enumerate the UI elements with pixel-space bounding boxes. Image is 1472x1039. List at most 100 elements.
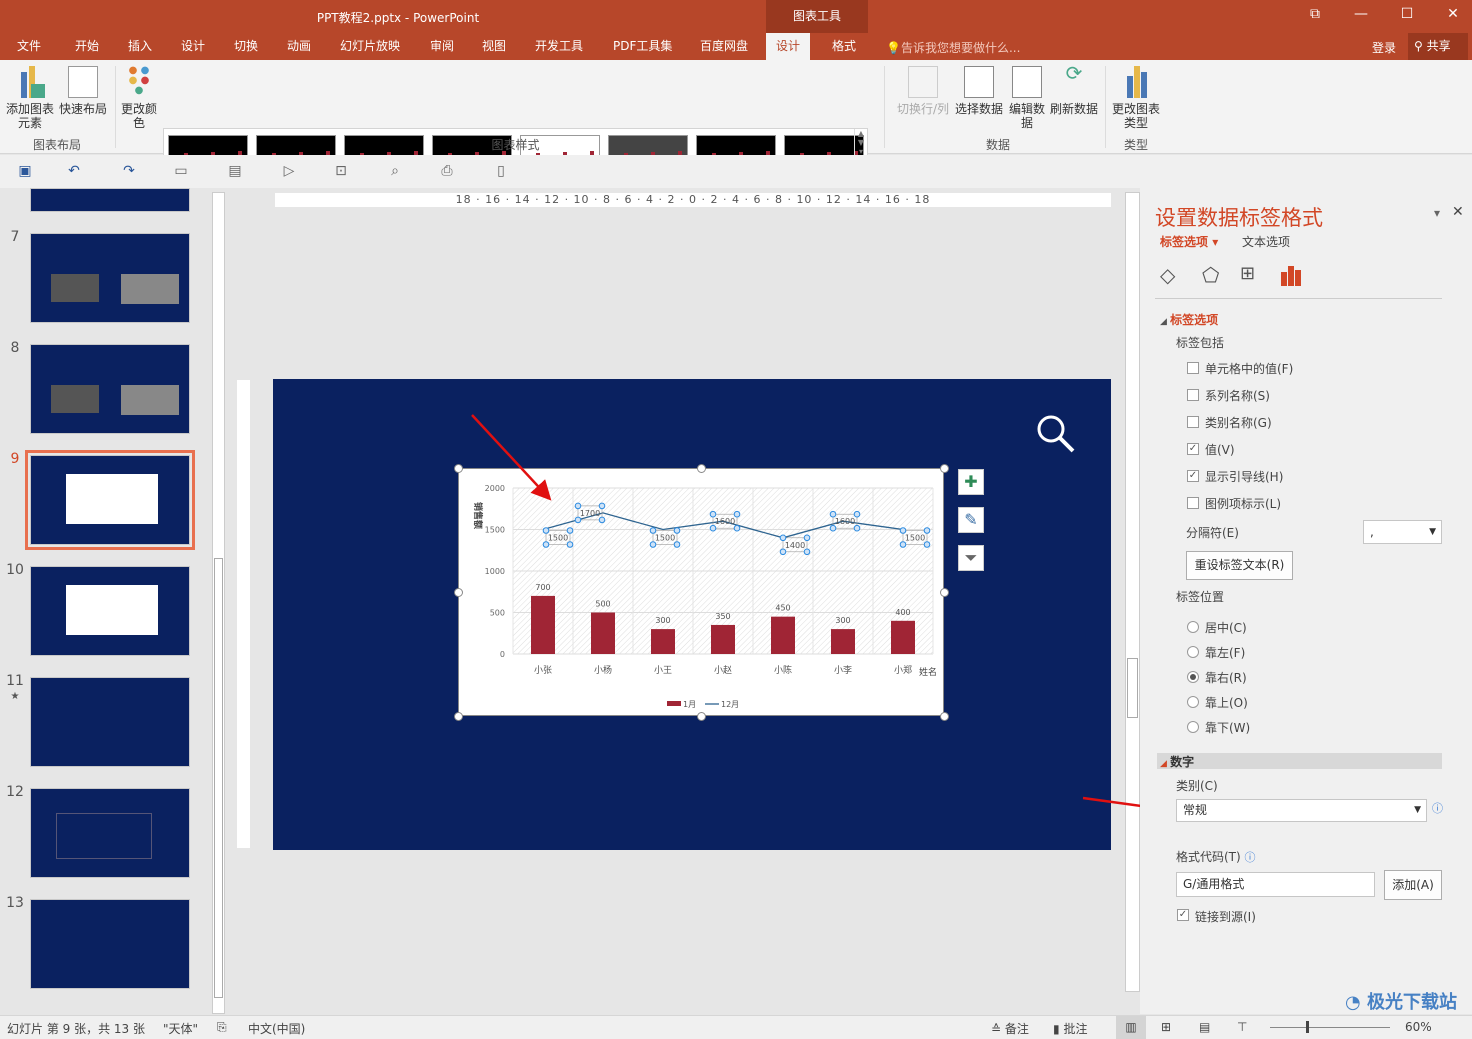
redo-icon[interactable]: ↷ [121,163,137,179]
scroll-thumb[interactable] [214,558,223,998]
tab-6[interactable]: 幻灯片放映 [330,33,410,60]
label-options-chart-icon[interactable] [1280,264,1304,286]
bar-data-label[interactable]: 450 [775,604,790,613]
ribbon-display-button[interactable]: ⧉ [1300,6,1330,22]
maximize-button[interactable]: ☐ [1392,6,1422,22]
refresh-data-button[interactable]: ⟳ 刷新数据 [1048,63,1100,116]
pane-options-icon[interactable]: ▾ [1434,206,1440,220]
bar-小杨[interactable] [591,612,615,655]
resize-handle[interactable] [940,588,949,597]
normal-view-icon[interactable]: ▥ [1116,1016,1146,1039]
save-icon[interactable]: ▣ [17,163,33,179]
present-icon[interactable]: ⊡ [333,163,349,179]
layout-icon[interactable]: ▤ [227,163,243,179]
label-handle[interactable] [542,541,550,548]
label-handle[interactable] [709,524,717,532]
resize-handle[interactable] [697,712,706,721]
y-axis-title[interactable]: 销售额 [472,502,484,529]
label-handle[interactable] [899,541,907,548]
tab-5[interactable]: 动画 [277,33,321,60]
tab-label-options[interactable]: 标签选项 ▾ [1160,233,1218,250]
label-handle[interactable] [649,527,657,534]
radio-2[interactable] [1187,671,1199,683]
spellcheck-icon[interactable]: ⎘ [217,1020,227,1035]
edit-data-button[interactable]: 编辑数据 [1007,66,1047,130]
label-handle[interactable] [566,527,574,534]
label-handle[interactable] [899,527,907,534]
label-handle[interactable] [598,502,606,510]
slide-thumbnail-10[interactable] [30,566,190,656]
line-data-label[interactable]: 1500 [655,534,675,543]
slide-thumbnail-9[interactable] [25,450,195,550]
change-colors-button[interactable]: ● ● ● ● ● 更改颜色 [118,66,160,131]
size-properties-icon[interactable]: ⊞ [1240,263,1255,284]
category-dropdown[interactable]: 常规 ▼ [1176,799,1427,822]
label-handle[interactable] [649,541,657,548]
label-handle[interactable] [542,527,550,534]
tab-2[interactable]: 插入 [118,33,162,60]
line-data-label[interactable]: 1600 [715,517,735,526]
tab-12[interactable]: 设计 [766,33,811,60]
pane-close-icon[interactable]: ✕ [1452,204,1464,220]
checkbox-0[interactable] [1187,362,1199,374]
tab-1[interactable]: 开始 [65,33,109,60]
zoom-slider-thumb[interactable] [1306,1021,1309,1033]
section-label-options[interactable]: ◢ 标签选项 [1160,311,1218,328]
chart-styles-button[interactable]: ✎ [958,507,984,533]
share-button[interactable]: ⚲ 共享 [1408,33,1468,60]
tab-10[interactable]: PDF工具集 [603,33,682,60]
bar-小郑[interactable] [891,620,915,654]
tab-text-options[interactable]: 文本选项 [1242,233,1290,250]
reading-view-icon[interactable]: ▤ [1199,1020,1210,1034]
label-handle[interactable] [803,548,811,556]
bar-data-label[interactable]: 500 [595,600,610,609]
comments-button[interactable]: ▮ 批注 [1053,1020,1087,1037]
radio-4[interactable] [1187,721,1199,733]
label-handle[interactable] [733,510,741,518]
print-icon[interactable]: ⎙ [439,163,455,179]
radio-1[interactable] [1187,646,1199,658]
bar-小李[interactable] [831,629,855,654]
radio-3[interactable] [1187,696,1199,708]
slide-thumbnail-11[interactable] [30,677,190,767]
tab-9[interactable]: 开发工具 [525,33,593,60]
zoom-level[interactable]: 60% [1405,1020,1432,1034]
change-chart-type-button[interactable]: 更改图表类型 [1108,66,1164,130]
format-code-input[interactable]: G/通用格式 [1176,872,1375,897]
label-handle[interactable] [598,516,606,524]
select-data-button[interactable]: 选择数据 [953,66,1005,116]
label-handle[interactable] [779,548,787,556]
bar-小赵[interactable] [711,624,735,654]
section-number[interactable]: ◢ 数字 [1160,753,1194,770]
resize-handle[interactable] [454,588,463,597]
label-handle[interactable] [853,510,861,518]
close-button[interactable]: ✕ [1438,6,1468,22]
tab-0[interactable]: 文件 [7,33,51,60]
label-handle[interactable] [803,534,811,542]
bar-data-label[interactable]: 300 [655,616,670,625]
legend-label-2[interactable]: 12月 [721,700,739,709]
tab-13[interactable]: 格式 [822,33,866,60]
add-chart-element-button[interactable]: 添加图表元素 [4,66,56,130]
slide-thumbnail-12[interactable] [30,788,190,878]
resize-handle[interactable] [454,464,463,473]
checkbox-5[interactable] [1187,497,1199,509]
tab-7[interactable]: 审阅 [420,33,464,60]
label-handle[interactable] [829,524,837,532]
tab-8[interactable]: 视图 [472,33,516,60]
checkbox-1[interactable] [1187,389,1199,401]
resize-handle[interactable] [940,712,949,721]
label-handle[interactable] [923,527,931,534]
resize-handle[interactable] [697,464,706,473]
bar-小张[interactable] [531,595,555,654]
line-data-label[interactable]: 1700 [580,509,600,518]
zoom-slider[interactable] [1270,1027,1390,1028]
bar-data-label[interactable]: 700 [535,583,550,592]
slide-thumbnail-13[interactable] [30,899,190,989]
checkbox-4[interactable]: ✓ [1187,470,1199,482]
slideshow-view-icon[interactable]: ⊤ [1237,1020,1247,1034]
bar-data-label[interactable]: 300 [835,616,850,625]
legend-label-1[interactable]: 1月 [683,700,696,709]
resize-handle[interactable] [940,464,949,473]
preview-icon[interactable]: ⌕ [387,163,403,179]
